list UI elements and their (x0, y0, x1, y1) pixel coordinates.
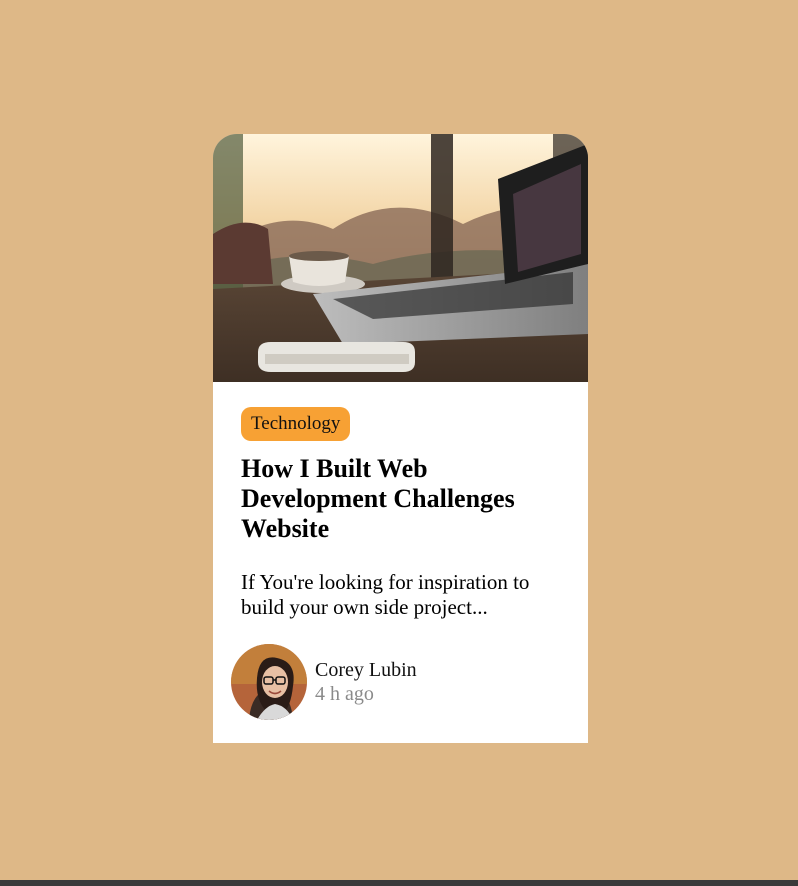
author-name[interactable]: Corey Lubin (315, 658, 417, 682)
bottom-bar (0, 880, 798, 886)
category-tag[interactable]: Technology (241, 407, 351, 441)
post-excerpt: If You're looking for inspiration to bui… (241, 570, 530, 619)
author-row: Corey Lubin 4 h ago (231, 644, 417, 720)
author-avatar[interactable] (231, 644, 307, 720)
card-hero-image (213, 134, 588, 382)
post-time: 4 h ago (315, 683, 374, 705)
blog-card[interactable]: Technology How I Built Web Development C… (213, 134, 588, 743)
post-title[interactable]: How I Built Web Development Challenges W… (241, 454, 560, 544)
